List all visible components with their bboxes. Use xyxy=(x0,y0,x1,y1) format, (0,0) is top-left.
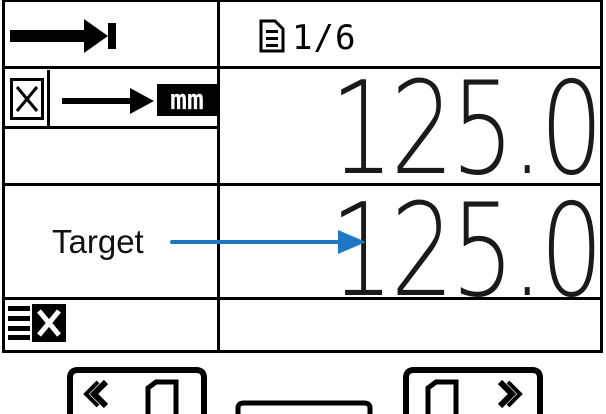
document-icon[interactable] xyxy=(258,18,286,54)
page-next-icon[interactable] xyxy=(400,366,546,414)
list-cancel-icon[interactable] xyxy=(8,304,68,342)
frame-bottom xyxy=(2,350,603,353)
current-value: 125.0 xyxy=(329,55,603,204)
annotation-arrow-icon xyxy=(170,230,366,254)
frame-top xyxy=(2,0,603,2)
target-annotation-label: Target xyxy=(52,223,144,260)
target-value: 125.0 xyxy=(329,177,603,326)
center-softkey[interactable] xyxy=(234,400,374,414)
left-subdivider xyxy=(2,126,218,129)
axis-x-icon xyxy=(10,78,44,120)
page-indicator: 1/6 xyxy=(292,18,357,58)
device-screen: { "header": { "page_indicator": "1/6", "… xyxy=(0,0,606,414)
axis-icon-divider xyxy=(47,70,50,128)
arrow-right-icon xyxy=(10,19,116,53)
direction-arrow-icon xyxy=(62,88,154,114)
unit-label[interactable]: mm xyxy=(157,84,217,116)
page-prev-icon[interactable] xyxy=(64,366,210,414)
